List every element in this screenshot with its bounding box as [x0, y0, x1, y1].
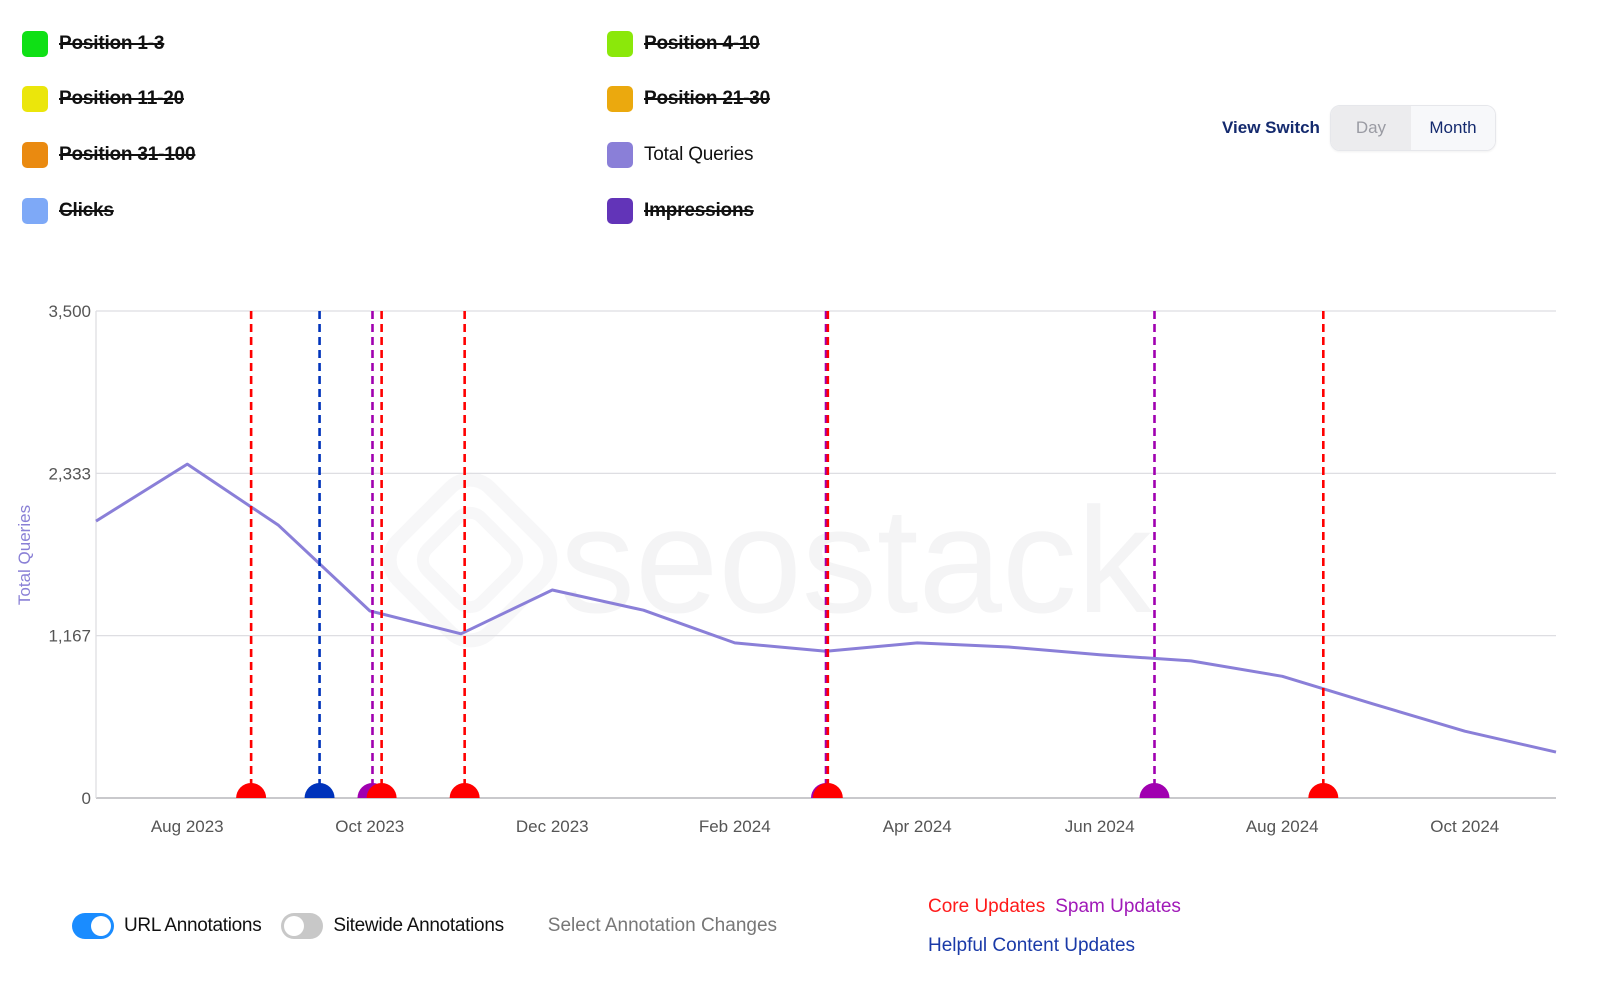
data-point[interactable]: [1276, 670, 1288, 682]
data-point[interactable]: [90, 515, 102, 527]
legend-swatch: [607, 198, 633, 224]
legend-item-position-21-30[interactable]: Position 21-30: [607, 86, 770, 112]
legend-label: Position 4-10: [644, 33, 760, 54]
annotation-marker-core[interactable]: [1308, 783, 1339, 798]
legend-item-position-1-3[interactable]: Position 1-3: [22, 31, 164, 57]
watermark-text: seostack: [560, 476, 1153, 644]
data-point[interactable]: [729, 637, 741, 649]
x-tick-label: Dec 2023: [516, 817, 589, 836]
legend-label: Position 21-30: [644, 88, 771, 109]
url-annotations-label: URL Annotations: [124, 915, 262, 936]
x-tick-label: Jun 2024: [1065, 817, 1135, 836]
series-legend: Position 1-3 Position 4-10 Position 11-2…: [0, 0, 1000, 250]
legend-label: Clicks: [59, 200, 114, 221]
month-view-button[interactable]: Month: [1410, 106, 1495, 150]
legend-swatch: [22, 86, 48, 112]
x-axis-ticks: Aug 2023 Oct 2023 Dec 2023 Feb 2024 Apr 2024…: [151, 817, 1499, 836]
seostack-logo-icon: [382, 472, 558, 648]
view-switch-segmented-control: Day Month: [1329, 105, 1496, 151]
legend-label: Position 11-20: [59, 88, 184, 109]
data-point[interactable]: [1003, 641, 1015, 653]
x-tick-label: Aug 2023: [151, 817, 224, 836]
url-annotations-toggle[interactable]: [72, 913, 114, 939]
data-point[interactable]: [181, 458, 193, 470]
toggle-knob: [91, 916, 111, 936]
legend-item-clicks[interactable]: Clicks: [22, 198, 114, 224]
data-point[interactable]: [546, 584, 558, 596]
legend-item-impressions[interactable]: Impressions: [607, 198, 754, 224]
select-annotation-changes-dropdown[interactable]: Select Annotation Changes: [548, 915, 777, 937]
legend-label: Total Queries: [644, 144, 754, 165]
legend-swatch: [607, 142, 633, 168]
legend-label: Position 31-100: [59, 144, 196, 165]
data-point[interactable]: [638, 604, 650, 616]
data-point[interactable]: [273, 519, 285, 531]
x-tick-label: Oct 2024: [1430, 817, 1499, 836]
annotation-controls: URL Annotations Sitewide Annotations Sel…: [72, 913, 777, 939]
annotation-marker-core[interactable]: [449, 783, 480, 798]
y-axis-ticks: 0 1,167 2,333 3,500: [48, 302, 91, 808]
y-tick-label: 1,167: [48, 627, 91, 646]
day-view-button[interactable]: Day: [1330, 106, 1411, 150]
sitewide-annotations-toggle[interactable]: [281, 913, 324, 939]
legend-item-position-11-20[interactable]: Position 11-20: [22, 86, 184, 112]
data-point[interactable]: [1094, 649, 1106, 661]
annotation-marker-helpful[interactable]: [304, 783, 335, 798]
watermark: seostack: [382, 472, 1153, 648]
view-switch-label: View Switch: [1222, 118, 1320, 137]
annotation-marker-core[interactable]: [812, 783, 843, 798]
data-point[interactable]: [911, 637, 923, 649]
data-point[interactable]: [1550, 746, 1562, 758]
x-tick-label: Oct 2023: [335, 817, 404, 836]
legend-swatch: [607, 31, 633, 57]
legend-item-position-31-100[interactable]: Position 31-100: [22, 142, 196, 168]
y-tick-label: 2,333: [48, 464, 91, 483]
data-point[interactable]: [1185, 655, 1197, 667]
annotation-marker-core[interactable]: [236, 783, 267, 798]
y-tick-label: 0: [82, 789, 91, 808]
y-axis-title: Total Queries: [15, 505, 34, 605]
toggle-knob: [284, 916, 305, 936]
legend-label: Impressions: [644, 200, 754, 221]
annotation-marker-spam[interactable]: [1139, 783, 1170, 798]
core-updates-link[interactable]: Core Updates: [928, 896, 1045, 918]
view-switch: View Switch Day Month: [1222, 105, 1496, 151]
legend-swatch: [22, 198, 48, 224]
x-tick-label: Apr 2024: [883, 817, 952, 836]
data-point[interactable]: [1368, 698, 1380, 710]
data-point[interactable]: [1459, 725, 1471, 737]
x-tick-label: Feb 2024: [699, 817, 771, 836]
legend-swatch: [22, 142, 48, 168]
sitewide-annotations-label: Sitewide Annotations: [333, 915, 504, 936]
legend-item-total-queries[interactable]: Total Queries: [607, 142, 754, 168]
legend-swatch: [22, 31, 48, 57]
legend-item-position-4-10[interactable]: Position 4-10: [607, 31, 760, 57]
data-point[interactable]: [364, 605, 376, 617]
total-queries-chart: seostack 0 1,167 2,333 3,500 Aug 2023 Oct 20…: [15, 302, 1562, 836]
spam-updates-link[interactable]: Spam Updates: [1055, 896, 1181, 918]
legend-label: Position 1-3: [59, 33, 165, 54]
helpful-content-updates-link[interactable]: Helpful Content Updates: [928, 935, 1135, 957]
update-type-legend: Core Updates Spam Updates Helpful Conten…: [928, 896, 1181, 974]
x-tick-label: Aug 2024: [1246, 817, 1319, 836]
legend-swatch: [607, 86, 633, 112]
y-tick-label: 3,500: [48, 302, 91, 321]
